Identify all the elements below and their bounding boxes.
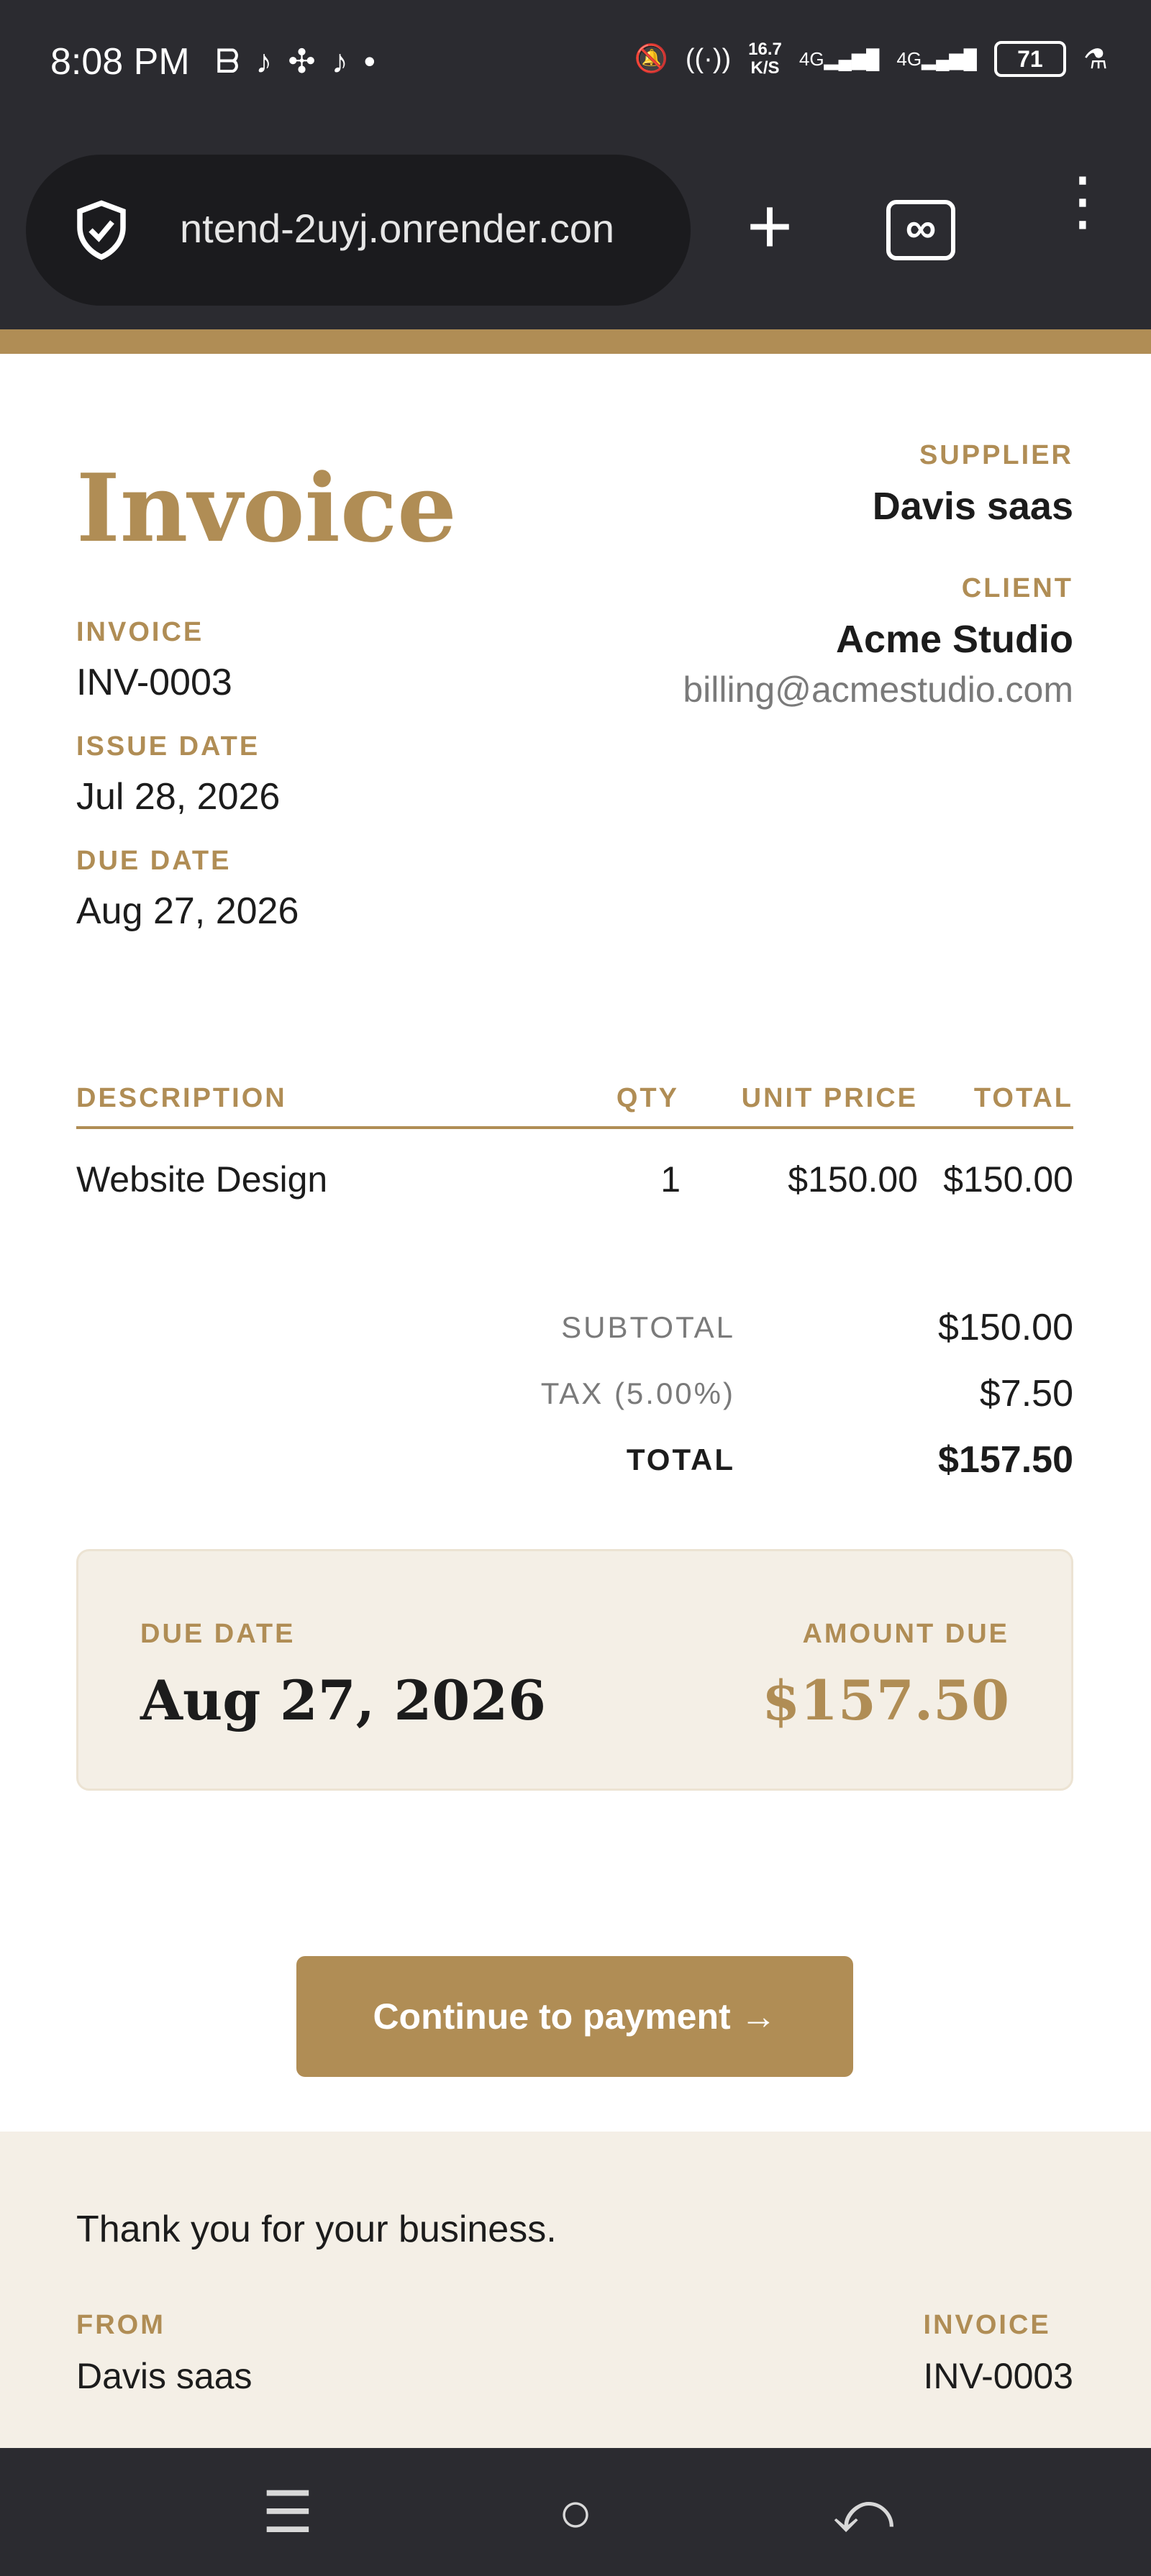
status-bar: 8:08 PM ᗷ ♪ ✣ ♪ • 🔕 ((·)) 16.7 K/S 4G▂▄▆… — [0, 0, 1151, 129]
status-right: 🔕 ((·)) 16.7 K/S 4G▂▄▆█ 4G▂▄▆█ 71 ⚗ — [634, 40, 1108, 78]
system-nav-bar: ☰ ○ ⤺ — [0, 2448, 1151, 2576]
due-date-block: DUE DATE Aug 27, 2026 — [76, 846, 299, 933]
row-description: Website Design — [76, 1159, 328, 1200]
parties: SUPPLIER Davis saas CLIENT Acme Studio b… — [683, 440, 1073, 711]
invoice-meta: INVOICE INV-0003 ISSUE DATE Jul 28, 2026… — [76, 617, 299, 960]
row-unit-price: $150.00 — [788, 1159, 918, 1200]
network-speed-value: 16.7 — [748, 40, 782, 59]
table-header: DESCRIPTION QTY UNIT PRICE TOTAL — [76, 1070, 1073, 1129]
notification-icons: ᗷ ♪ ✣ ♪ • — [216, 42, 376, 82]
url-bar[interactable]: ntend-2uyj.onrender.con — [26, 155, 691, 306]
amount-due-summary: AMOUNT DUE $157.50 — [762, 1619, 1009, 1732]
network-type-2: 4G — [896, 47, 922, 70]
tiktok-icon: ♪ — [255, 42, 273, 80]
continue-to-payment-button[interactable]: Continue to payment → — [296, 1956, 853, 2077]
invoice-number-label: INVOICE — [76, 617, 204, 647]
hotspot-icon: ((·)) — [685, 43, 732, 74]
tax-value: $7.50 — [979, 1373, 1073, 1415]
subtotal-value: $150.00 — [938, 1307, 1073, 1348]
new-tab-button[interactable]: + — [734, 187, 806, 266]
status-time: 8:08 PM — [50, 41, 190, 83]
amount-due-value: $157.50 — [762, 1668, 1009, 1732]
total-value: $157.50 — [938, 1439, 1073, 1481]
flask-icon: ⚗ — [1083, 44, 1108, 75]
subtotal-label: SUBTOTAL — [561, 1310, 735, 1344]
invoice-footer: Thank you for your business. FROM Davis … — [0, 2132, 1151, 2448]
url-text[interactable]: ntend-2uyj.onrender.con — [180, 205, 676, 252]
back-icon[interactable]: ⤺ — [827, 2477, 899, 2549]
total-line: TOTAL $157.50 — [426, 1427, 1073, 1493]
mute-bell-icon: 🔕 — [634, 44, 668, 74]
thank-you-text: Thank you for your business. — [76, 2209, 557, 2250]
footer-invoice-label: INVOICE — [923, 2310, 1051, 2340]
row-qty: 1 — [660, 1159, 681, 1200]
table-row: Website Design 1 $150.00 $150.00 — [76, 1129, 1073, 1230]
client-name: Acme Studio — [835, 618, 1073, 661]
issue-date-label: ISSUE DATE — [76, 731, 260, 762]
network-type-1: 4G — [799, 47, 824, 70]
dot-icon: • — [363, 42, 376, 80]
due-date-summary: DUE DATE Aug 27, 2026 — [140, 1619, 546, 1732]
battery-icon: 71 — [993, 41, 1066, 77]
issue-date-block: ISSUE DATE Jul 28, 2026 — [76, 731, 299, 818]
invoice-title: Invoice — [76, 453, 457, 563]
shield-check-icon[interactable] — [69, 198, 134, 262]
supplier-label: SUPPLIER — [919, 440, 1073, 470]
due-box-date-label: DUE DATE — [140, 1619, 296, 1649]
due-box-date: Aug 27, 2026 — [140, 1668, 547, 1732]
browser-toolbar: ntend-2uyj.onrender.con + ∞ ⋮ — [0, 129, 1151, 331]
private-tab-button[interactable]: ∞ — [886, 200, 955, 260]
signal-2: 4G▂▄▆█ — [896, 47, 977, 70]
issue-date: Jul 28, 2026 — [76, 776, 281, 818]
row-total: $150.00 — [943, 1159, 1073, 1200]
menu-button[interactable]: ⋮ — [1050, 169, 1115, 280]
home-icon[interactable]: ○ — [540, 2477, 611, 2549]
tax-label: TAX (5.00%) — [540, 1376, 735, 1410]
network-speed-unit: K/S — [750, 58, 780, 78]
network-speed: 16.7 K/S — [748, 40, 782, 78]
recents-icon[interactable]: ☰ — [252, 2477, 324, 2549]
header-description: DESCRIPTION — [76, 1082, 287, 1113]
footer-invoice: INVOICE INV-0003 — [924, 2310, 1073, 2397]
invoice-number-block: INVOICE INV-0003 — [76, 617, 299, 704]
footer-invoice-value: INV-0003 — [923, 2356, 1073, 2396]
supplier-name: Davis saas — [872, 485, 1073, 528]
header-unit-price: UNIT PRICE — [741, 1082, 918, 1113]
subtotal-line: SUBTOTAL $150.00 — [426, 1294, 1073, 1361]
footer-from-label: FROM — [76, 2310, 165, 2340]
amount-due-label: AMOUNT DUE — [802, 1619, 1009, 1649]
amount-due-card: DUE DATE Aug 27, 2026 AMOUNT DUE $157.50 — [76, 1549, 1073, 1791]
total-label: TOTAL — [626, 1443, 735, 1476]
invoice-number: INV-0003 — [76, 662, 232, 703]
tiktok-icon: ♪ — [331, 42, 348, 80]
footer-from-value: Davis saas — [76, 2356, 253, 2396]
b-icon: ᗷ — [216, 42, 240, 80]
signal-1: 4G▂▄▆█ — [799, 47, 880, 70]
totals-block: SUBTOTAL $150.00 TAX (5.00%) $7.50 TOTAL… — [426, 1294, 1073, 1493]
header-total: TOTAL — [973, 1082, 1073, 1113]
footer-from: FROM Davis saas — [76, 2310, 253, 2397]
client-email[interactable]: billing@acmestudio.com — [683, 669, 1073, 711]
due-date-label: DUE DATE — [76, 846, 232, 876]
line-items-table: DESCRIPTION QTY UNIT PRICE TOTAL Website… — [76, 1070, 1073, 1230]
due-date: Aug 27, 2026 — [76, 890, 299, 932]
client-label: CLIENT — [961, 573, 1073, 603]
sync-icon: ✣ — [288, 42, 316, 80]
tax-line: TAX (5.00%) $7.50 — [426, 1361, 1073, 1427]
header-qty: QTY — [616, 1082, 679, 1113]
accent-bar — [0, 329, 1151, 354]
